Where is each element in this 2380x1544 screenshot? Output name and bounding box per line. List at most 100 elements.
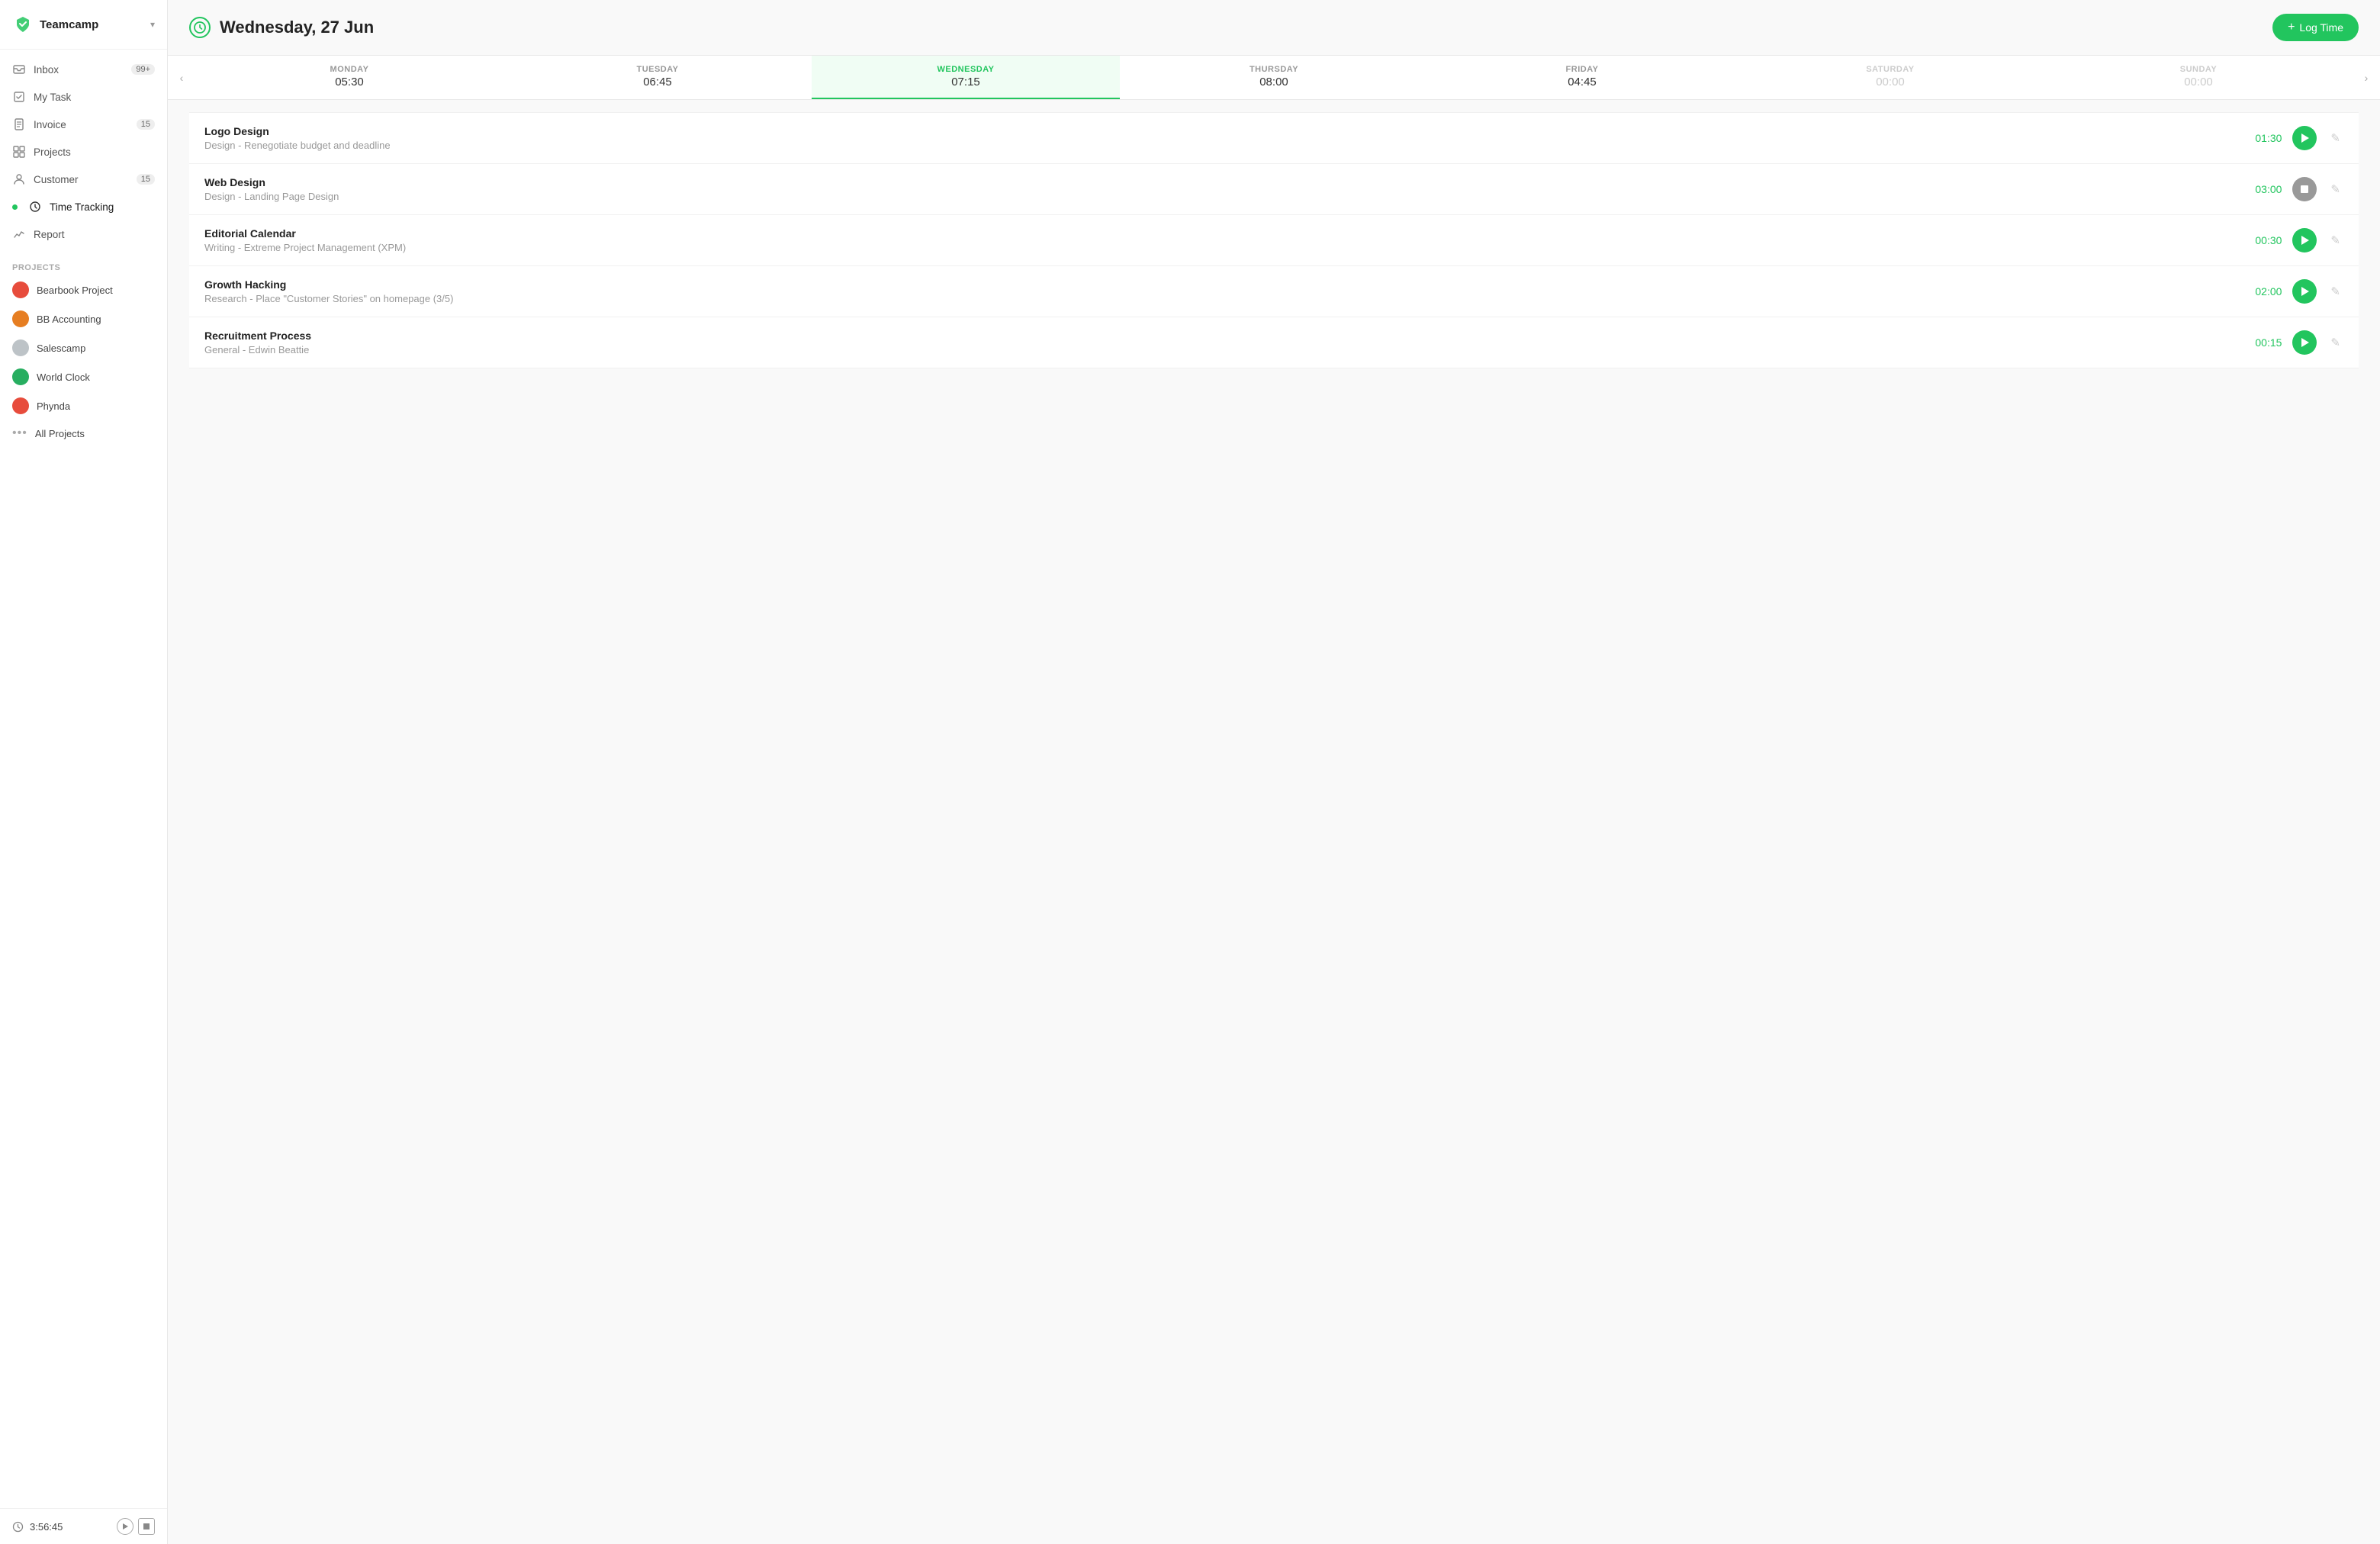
main-header: Wednesday, 27 Jun + Log Time [168,0,2380,55]
entry-right-growth-hacking: 02:00 ✎ [2247,279,2343,304]
my-task-label: My Task [34,92,71,103]
entry-play-button-growth-hacking[interactable] [2292,279,2317,304]
sidebar-item-customer[interactable]: Customer 15 [0,166,167,193]
project-item-phynda[interactable]: Phynda [0,391,167,420]
entry-edit-button-growth-hacking[interactable]: ✎ [2327,281,2343,301]
world-clock-label: World Clock [37,372,90,383]
customer-label: Customer [34,174,79,185]
all-projects-dots-icon: ••• [12,426,27,440]
sidebar-item-inbox[interactable]: Inbox 99+ [0,56,167,83]
sidebar-item-projects[interactable]: Projects [0,138,167,166]
day-name-saturday: SATURDAY [1866,65,1914,74]
project-item-world-clock[interactable]: World Clock [0,362,167,391]
entry-edit-button-editorial-calendar[interactable]: ✎ [2327,230,2343,250]
log-time-label: Log Time [2299,21,2343,34]
teamcamp-logo-icon [12,14,34,35]
customer-badge: 15 [137,174,155,185]
day-tab-monday[interactable]: MONDAY 05:30 [195,56,503,99]
bearbook-dot [12,281,29,298]
project-item-salescamp[interactable]: Salescamp [0,333,167,362]
day-name-friday: FRIDAY [1566,65,1599,74]
entry-edit-button-recruitment-process[interactable]: ✎ [2327,333,2343,352]
footer-play-button[interactable] [117,1518,133,1535]
entry-info-growth-hacking: Growth Hacking Research - Place "Custome… [204,278,453,304]
day-tab-sunday[interactable]: SUNDAY 00:00 [2044,56,2353,99]
sidebar-item-my-task[interactable]: My Task [0,83,167,111]
projects-label: Projects [34,146,71,158]
entry-time-web-design: 03:00 [2247,183,2282,195]
day-name-monday: MONDAY [330,65,369,74]
day-tab-thursday[interactable]: THURSDAY 08:00 [1120,56,1428,99]
entry-time-growth-hacking: 02:00 [2247,285,2282,298]
sidebar-chevron-icon[interactable]: ▾ [150,19,155,30]
world-clock-dot [12,368,29,385]
entry-subtitle-logo-design: Design - Renegotiate budget and deadline [204,140,391,151]
next-week-button[interactable]: › [2353,56,2380,99]
footer-stop-icon [143,1523,150,1530]
sidebar-nav: Inbox 99+ My Task Invoice 15 [0,50,167,254]
sidebar-item-report[interactable]: Report [0,220,167,248]
day-tab-wednesday[interactable]: WEDNESDAY 07:15 [812,56,1120,99]
footer-timer-value: 3:56:45 [30,1521,63,1533]
log-time-button[interactable]: + Log Time [2272,14,2359,41]
project-item-bb-accounting[interactable]: BB Accounting [0,304,167,333]
day-name-thursday: THURSDAY [1250,65,1298,74]
report-icon [12,227,26,241]
main-content: Wednesday, 27 Jun + Log Time ‹ MONDAY 05… [168,0,2380,1544]
entry-title-recruitment-process: Recruitment Process [204,330,311,342]
bb-accounting-dot [12,310,29,327]
inbox-label: Inbox [34,64,59,76]
phynda-dot [12,397,29,414]
day-tab-friday[interactable]: FRIDAY 04:45 [1428,56,1736,99]
day-time-thursday: 08:00 [1259,76,1288,88]
all-projects-item[interactable]: ••• All Projects [0,420,167,446]
project-item-bearbook[interactable]: Bearbook Project [0,275,167,304]
entry-row-recruitment-process: Recruitment Process General - Edwin Beat… [189,317,2359,368]
task-icon [12,90,26,104]
inbox-icon [12,63,26,76]
time-tracking-icon [28,200,42,214]
entry-play-button-logo-design[interactable] [2292,126,2317,150]
entry-time-editorial-calendar: 00:30 [2247,234,2282,246]
all-projects-label: All Projects [35,428,85,439]
footer-timer: 3:56:45 [12,1521,63,1533]
day-navigation: ‹ MONDAY 05:30 TUESDAY 06:45 WEDNESDAY 0… [168,55,2380,100]
footer-stop-button[interactable] [138,1518,155,1535]
day-tabs: MONDAY 05:30 TUESDAY 06:45 WEDNESDAY 07:… [195,56,2353,99]
salescamp-label: Salescamp [37,343,85,354]
entry-right-recruitment-process: 00:15 ✎ [2247,330,2343,355]
sidebar-item-invoice[interactable]: Invoice 15 [0,111,167,138]
time-entries-list: Logo Design Design - Renegotiate budget … [168,100,2380,1544]
entry-subtitle-editorial-calendar: Writing - Extreme Project Management (XP… [204,242,406,253]
entry-row-growth-hacking: Growth Hacking Research - Place "Custome… [189,266,2359,317]
sidebar-item-time-tracking[interactable]: Time Tracking [0,193,167,220]
play-triangle-icon [2301,133,2309,143]
projects-section-label: Projects [0,254,167,275]
entry-info-recruitment-process: Recruitment Process General - Edwin Beat… [204,330,311,355]
day-time-tuesday: 06:45 [643,76,672,88]
bearbook-label: Bearbook Project [37,285,113,296]
salescamp-dot [12,339,29,356]
day-name-sunday: SUNDAY [2180,65,2217,74]
day-tab-saturday[interactable]: SATURDAY 00:00 [1736,56,2044,99]
entry-right-web-design: 03:00 ✎ [2247,177,2343,201]
entry-row-web-design: Web Design Design - Landing Page Design … [189,164,2359,215]
prev-week-button[interactable]: ‹ [168,56,195,99]
projects-icon [12,145,26,159]
entry-play-button-editorial-calendar[interactable] [2292,228,2317,253]
day-time-saturday: 00:00 [1876,76,1905,88]
entry-title-editorial-calendar: Editorial Calendar [204,227,406,240]
entry-play-button-recruitment-process[interactable] [2292,330,2317,355]
entry-right-editorial-calendar: 00:30 ✎ [2247,228,2343,253]
entry-edit-button-logo-design[interactable]: ✎ [2327,128,2343,148]
play-triangle-icon [2301,236,2309,245]
entry-stop-button-web-design[interactable] [2292,177,2317,201]
day-tab-tuesday[interactable]: TUESDAY 06:45 [503,56,812,99]
bb-accounting-label: BB Accounting [37,314,101,325]
entry-subtitle-recruitment-process: General - Edwin Beattie [204,344,311,355]
log-time-icon: + [2288,21,2295,34]
app-logo[interactable]: Teamcamp [12,14,98,35]
entry-right-logo-design: 01:30 ✎ [2247,126,2343,150]
entry-subtitle-growth-hacking: Research - Place "Customer Stories" on h… [204,293,453,304]
entry-edit-button-web-design[interactable]: ✎ [2327,179,2343,199]
